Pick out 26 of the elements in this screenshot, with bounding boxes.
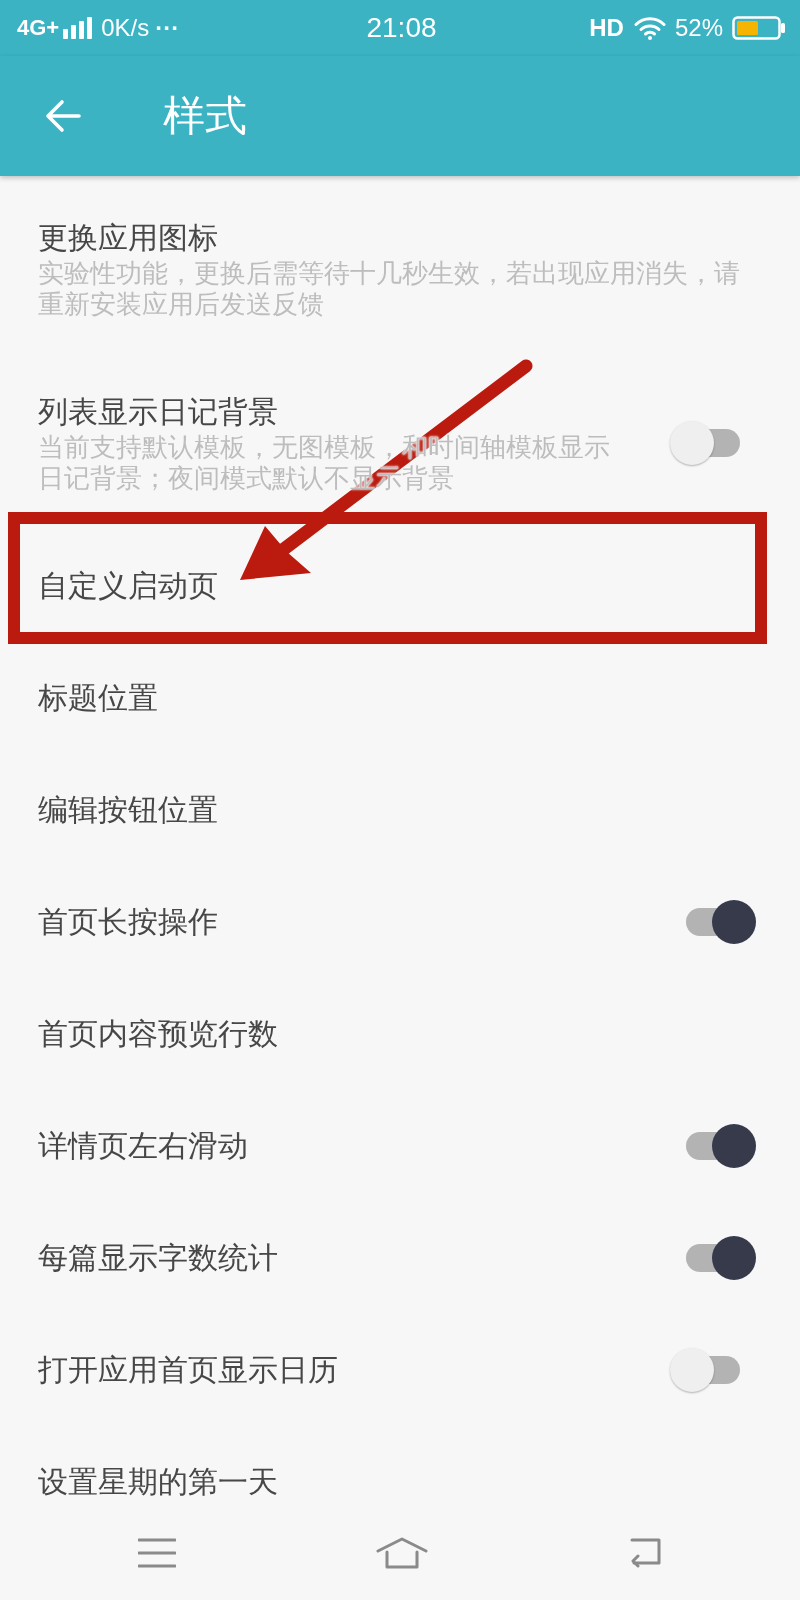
setting-title: 列表显示日记背景 [38, 393, 279, 431]
menu-icon[interactable] [138, 1537, 176, 1568]
data-speed-text: 0K/s [101, 14, 150, 42]
battery-icon [732, 16, 786, 40]
setting-title: 更换应用图标 [38, 219, 219, 257]
setting-title: 自定义启动页 [38, 567, 219, 605]
clock-text: 21:08 [366, 12, 437, 43]
setting-title: 标题位置 [38, 679, 159, 717]
hd-text: HD [589, 14, 624, 42]
more-notifications-text: ··· [155, 14, 180, 42]
setting-description: 实验性功能，更换后需等待十几秒生效，若出现应用消失，请重新安装应用后发送反馈 [38, 258, 741, 320]
setting-title: 详情页左右滑动 [38, 1127, 249, 1165]
signal-icon [63, 17, 94, 39]
setting-title: 每篇显示字数统计 [38, 1239, 279, 1277]
setting-title: 首页内容预览行数 [38, 1015, 279, 1053]
home-icon[interactable] [376, 1536, 428, 1569]
return-arrow-icon[interactable] [628, 1537, 662, 1568]
network-type-text: 4G+ [17, 15, 60, 41]
back-icon[interactable] [45, 98, 81, 134]
battery-percent-text: 52% [674, 14, 723, 42]
setting-title: 编辑按钮位置 [38, 791, 219, 829]
setting-title: 首页长按操作 [38, 903, 219, 941]
setting-title: 打开应用首页显示日历 [38, 1351, 339, 1389]
screen-title: 样式 [163, 91, 247, 141]
setting-title: 设置星期的第一天 [38, 1463, 279, 1501]
wifi-icon [633, 16, 666, 40]
